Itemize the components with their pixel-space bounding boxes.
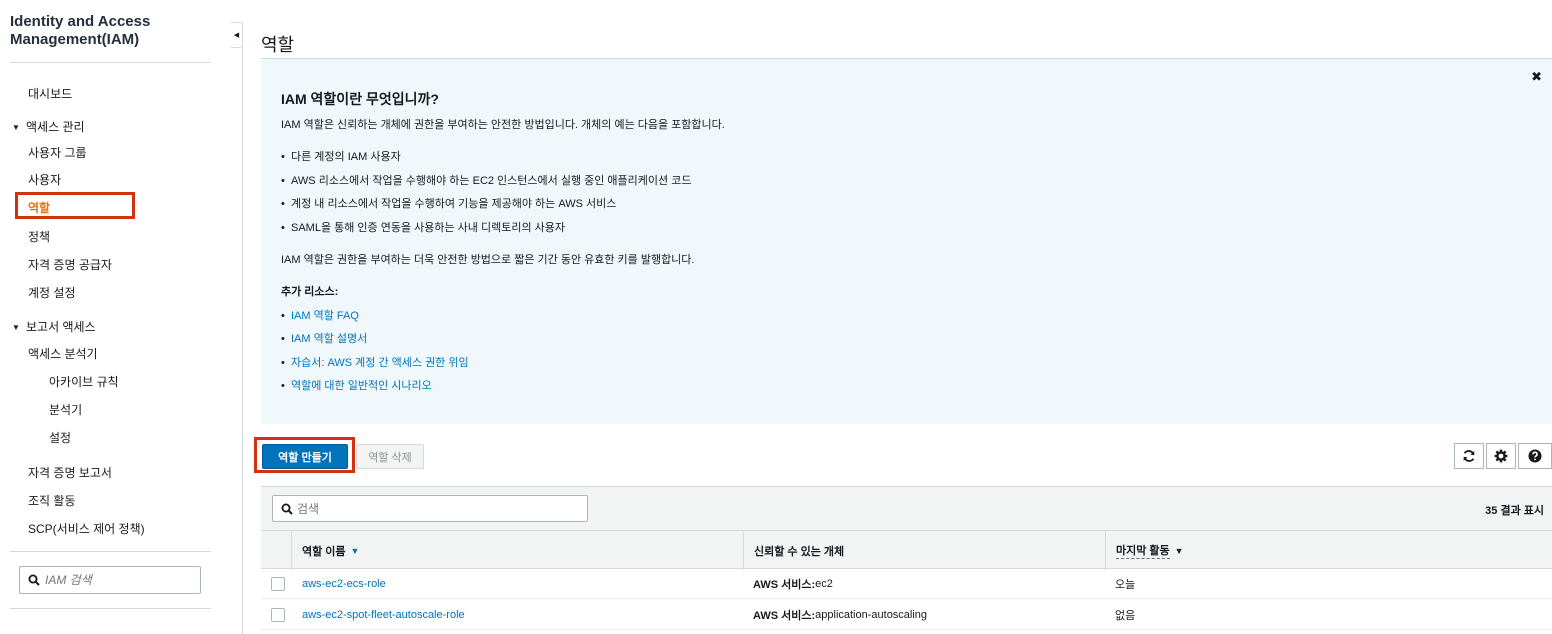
- resource-link-item: 역할에 대한 일반적인 시나리오: [281, 377, 432, 393]
- info-example: SAML을 통해 인증 연동을 사용하는 사내 디렉토리의 사용자: [281, 219, 565, 235]
- trusted-entity-cell: AWS 서비스: application-autoscaling: [753, 600, 927, 630]
- caret-left-icon: ◀: [233, 32, 240, 39]
- create-role-button[interactable]: 역할 만들기: [262, 444, 348, 469]
- info-example: 계정 내 리소스에서 작업을 수행하여 기능을 제공해야 하는 AWS 서비스: [281, 195, 616, 211]
- trusted-entity-value: ec2: [815, 578, 833, 590]
- table-row: aws-ec2-ecs-role AWS 서비스: ec2 오늘: [261, 569, 1552, 599]
- collapse-sidebar-button[interactable]: ◀: [231, 22, 243, 48]
- resource-link-faq[interactable]: IAM 역할 FAQ: [291, 310, 359, 322]
- caret-down-icon: ▼: [12, 123, 20, 132]
- info-summary: IAM 역할은 권한을 부여하는 더욱 안전한 방법으로 짧은 기간 동안 유효…: [281, 254, 695, 266]
- trusted-entity-cell: AWS 서비스: ec2: [753, 569, 833, 599]
- table-filter-bar: 35 결과 표시: [261, 486, 1552, 530]
- sort-down-icon: ▼: [1174, 545, 1184, 556]
- row-checkbox[interactable]: [271, 608, 285, 622]
- column-header-last-activity[interactable]: 마지막 활동 ▼: [1105, 531, 1552, 570]
- sidebar-item-archive-rules[interactable]: 아카이브 규칙: [49, 373, 119, 390]
- result-count: 35 결과 표시: [1485, 505, 1544, 517]
- role-name-cell: aws-ec2-ecs-role: [302, 569, 386, 599]
- sidebar-section-access-mgmt[interactable]: ▼ 액세스 관리: [12, 118, 85, 135]
- resource-link-item: IAM 역할 FAQ: [281, 307, 359, 323]
- sidebar: Identity and Access Management(IAM) 대시보드…: [0, 0, 231, 634]
- resource-link-tutorial[interactable]: 자습서: AWS 계정 간 액세스 권한 위임: [291, 357, 469, 369]
- sidebar-item-user-groups[interactable]: 사용자 그룹: [28, 144, 87, 161]
- column-header-trusted-entity: 신뢰할 수 있는 개체: [743, 531, 1105, 570]
- resource-link-scenarios[interactable]: 역할에 대한 일반적인 시나리오: [291, 380, 432, 392]
- help-icon: [1528, 449, 1542, 463]
- sidebar-divider: [10, 551, 211, 552]
- trusted-entity-prefix: AWS 서비스:: [753, 610, 816, 622]
- sort-down-icon: ▼: [350, 545, 360, 556]
- sidebar-item-credential-report[interactable]: 자격 증명 보고서: [28, 464, 112, 481]
- row-checkbox[interactable]: [271, 577, 285, 591]
- search-icon: [281, 503, 293, 515]
- sidebar-section-label: 보고서 액세스: [26, 320, 96, 334]
- resources-heading: 추가 리소스:: [281, 286, 339, 298]
- info-example: AWS 리소스에서 작업을 수행해야 하는 EC2 인스턴스에서 실행 중인 애…: [281, 172, 691, 188]
- help-button[interactable]: [1518, 443, 1552, 469]
- close-icon[interactable]: ✖: [1531, 69, 1542, 85]
- table-search-box[interactable]: [272, 495, 588, 522]
- column-header-role-name[interactable]: 역할 이름 ▼: [291, 531, 743, 570]
- iam-search-input[interactable]: [45, 573, 195, 587]
- column-header-label: 역할 이름: [302, 545, 346, 558]
- sidebar-item-access-analyzer[interactable]: 액세스 분석기: [28, 345, 98, 362]
- role-link[interactable]: aws-ec2-spot-fleet-autoscale-role: [302, 609, 465, 621]
- resource-link-item: IAM 역할 설명서: [281, 330, 367, 346]
- table-row: aws-ec2-spot-fleet-autoscale-role AWS 서비…: [261, 600, 1552, 630]
- sidebar-divider: [10, 62, 211, 63]
- info-heading: IAM 역할이란 무엇입니까?: [281, 91, 439, 107]
- info-panel: ✖ IAM 역할이란 무엇입니까? IAM 역할은 신뢰하는 개체에 권한을 부…: [261, 58, 1552, 424]
- sidebar-item-users[interactable]: 사용자: [28, 171, 61, 188]
- sidebar-item-account-settings[interactable]: 계정 설정: [28, 284, 76, 301]
- refresh-button[interactable]: [1454, 443, 1484, 469]
- sidebar-section-label: 액세스 관리: [26, 120, 85, 134]
- caret-down-icon: ▼: [12, 323, 20, 332]
- sidebar-item-scp[interactable]: SCP(서비스 제어 정책): [28, 520, 145, 537]
- refresh-icon: [1463, 450, 1475, 462]
- column-header-label: 마지막 활동: [1116, 542, 1170, 559]
- iam-search-box[interactable]: [19, 566, 201, 594]
- sidebar-item-identity-providers[interactable]: 자격 증명 공급자: [28, 256, 112, 273]
- resource-link-item: 자습서: AWS 계정 간 액세스 권한 위임: [281, 354, 469, 370]
- last-activity-cell: 없음: [1115, 610, 1136, 622]
- table-search-input[interactable]: [297, 501, 577, 516]
- sidebar-item-settings[interactable]: 설정: [49, 429, 71, 446]
- search-icon: [28, 574, 40, 586]
- info-example: 다른 계정의 IAM 사용자: [281, 148, 401, 164]
- role-name-cell: aws-ec2-spot-fleet-autoscale-role: [302, 600, 465, 630]
- info-intro: IAM 역할은 신뢰하는 개체에 권한을 부여하는 안전한 방법입니다. 개체의…: [281, 119, 725, 131]
- sidebar-item-policies[interactable]: 정책: [28, 228, 50, 245]
- sidebar-item-dashboard[interactable]: 대시보드: [28, 85, 72, 102]
- trusted-entity-value: application-autoscaling: [815, 609, 928, 621]
- resource-link-docs[interactable]: IAM 역할 설명서: [291, 333, 367, 345]
- table-header-row: 역할 이름 ▼ 신뢰할 수 있는 개체 마지막 활동 ▼: [261, 530, 1552, 570]
- app-title-line1: Identity and Access: [10, 13, 151, 30]
- roles-highlight-box: [15, 192, 135, 219]
- sidebar-item-org-activity[interactable]: 조직 활동: [28, 492, 76, 509]
- sidebar-divider: [10, 608, 211, 609]
- delete-role-button: 역할 삭제: [356, 444, 424, 469]
- app-title-line2: Management(IAM): [10, 31, 140, 48]
- column-header-label: 신뢰할 수 있는 개체: [754, 545, 845, 558]
- sidebar-edge: [242, 22, 243, 634]
- role-link[interactable]: aws-ec2-ecs-role: [302, 578, 386, 590]
- app-title[interactable]: Identity and Access Management(IAM): [10, 13, 210, 49]
- trusted-entity-prefix: AWS 서비스:: [753, 579, 816, 591]
- sidebar-section-access-reports[interactable]: ▼ 보고서 액세스: [12, 318, 96, 335]
- settings-button[interactable]: [1486, 443, 1516, 469]
- gear-icon: [1494, 449, 1508, 463]
- last-activity-cell: 오늘: [1115, 579, 1136, 591]
- page-title: 역할: [261, 35, 295, 55]
- sidebar-item-analyzers[interactable]: 분석기: [49, 401, 82, 418]
- select-column-header: [261, 531, 291, 570]
